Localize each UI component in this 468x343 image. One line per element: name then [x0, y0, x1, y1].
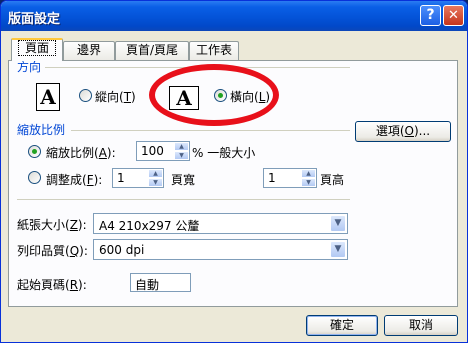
- fit-pages-tall-stepper[interactable]: 1 ▲ ▼: [263, 168, 317, 188]
- adjust-to-radio[interactable]: [28, 145, 41, 158]
- fit-to-radio[interactable]: [28, 171, 41, 184]
- adjust-to-label[interactable]: 縮放比例(A):: [46, 144, 116, 161]
- paper-size-label: 紙張大小(Z):: [17, 218, 87, 232]
- fit-to-label[interactable]: 調整成(F):: [46, 171, 102, 188]
- fit-pages-tall-label: 頁高: [320, 173, 345, 187]
- ok-button[interactable]: 確定: [306, 315, 378, 336]
- fit-pages-wide-value: 1: [117, 171, 125, 185]
- page-setup-dialog: 版面設定 ? ✕ 頁面 邊界 頁首/頁尾 工作表 方向 A 縱向(T) A 橫向…: [0, 0, 468, 343]
- print-quality-select[interactable]: 600 dpi ▼: [93, 239, 348, 260]
- first-page-label: 起始頁碼(R):: [17, 278, 87, 292]
- highlight-circle: [149, 64, 279, 126]
- paper-size-select[interactable]: A4 210x297 公釐 ▼: [93, 213, 348, 234]
- scale-up-arrow-icon[interactable]: ▲: [174, 142, 189, 151]
- fit-pages-wide-label: 頁寬: [171, 173, 196, 187]
- options-button[interactable]: 選項(O)...: [355, 121, 451, 142]
- portrait-page-icon: A: [36, 83, 62, 113]
- cancel-button[interactable]: 取消: [384, 315, 458, 336]
- chevron-down-icon[interactable]: ▼: [330, 215, 346, 232]
- scaling-section-title: 縮放比例: [17, 123, 66, 137]
- tab-page[interactable]: 頁面: [11, 38, 63, 61]
- wide-down-arrow-icon[interactable]: ▼: [148, 178, 163, 187]
- chevron-down-icon[interactable]: ▼: [330, 241, 346, 258]
- fit-pages-tall-value: 1: [268, 171, 276, 185]
- first-page-number-value: 自動: [135, 278, 160, 292]
- first-page-number-input[interactable]: 自動: [130, 273, 191, 292]
- tab-margins[interactable]: 邊界: [63, 41, 115, 60]
- paper-size-value: A4 210x297 公釐: [99, 219, 200, 233]
- window-title: 版面設定: [8, 12, 61, 27]
- title-bar[interactable]: 版面設定 ? ✕: [1, 1, 467, 31]
- tab-sheet[interactable]: 工作表: [189, 41, 239, 60]
- scaling-divider: [71, 130, 350, 131]
- tall-down-arrow-icon[interactable]: ▼: [301, 178, 316, 187]
- portrait-radio[interactable]: [79, 89, 92, 102]
- tab-header-footer[interactable]: 頁首/頁尾: [115, 41, 189, 60]
- print-quality-label: 列印品質(Q):: [17, 244, 88, 258]
- portrait-label[interactable]: 縱向(T): [95, 88, 136, 105]
- scale-percent-value: 100: [141, 144, 164, 158]
- close-button[interactable]: ✕: [443, 5, 464, 26]
- help-button[interactable]: ?: [420, 5, 441, 26]
- scale-down-arrow-icon[interactable]: ▼: [174, 151, 189, 160]
- scale-unit-label: % 一般大小: [192, 146, 256, 160]
- fit-pages-wide-stepper[interactable]: 1 ▲ ▼: [112, 168, 164, 188]
- tall-up-arrow-icon[interactable]: ▲: [301, 169, 316, 178]
- paper-divider: [17, 199, 350, 200]
- tab-page-label: 頁面: [17, 40, 56, 56]
- wide-up-arrow-icon[interactable]: ▲: [148, 169, 163, 178]
- scale-percent-stepper[interactable]: 100 ▲ ▼: [136, 141, 190, 161]
- print-quality-value: 600 dpi: [99, 243, 145, 257]
